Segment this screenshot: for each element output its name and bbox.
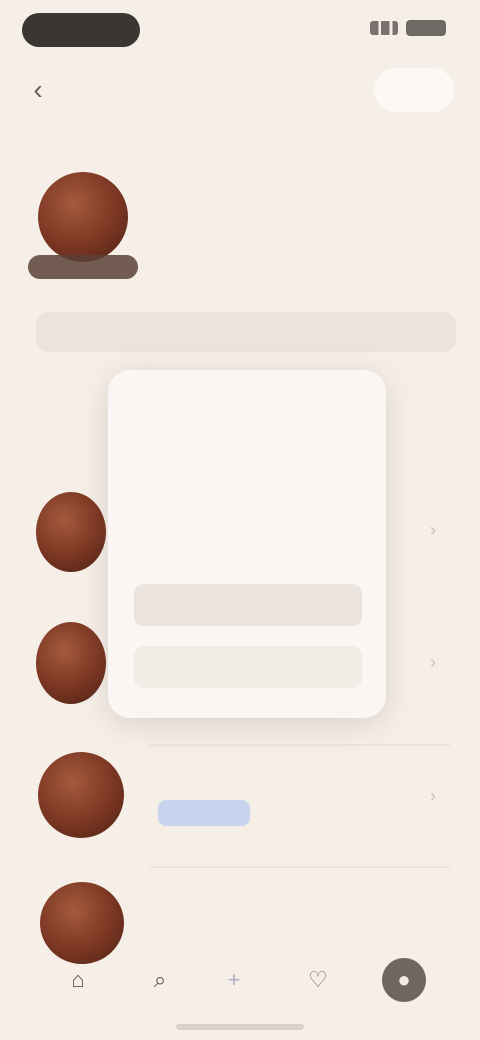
popup-title — [130, 398, 330, 420]
popup-text — [132, 512, 282, 526]
back-icon[interactable]: ‹ — [18, 70, 58, 110]
home-icon[interactable]: ⌂ — [56, 958, 100, 1002]
chevron-right-icon: › — [430, 652, 436, 672]
signal-icon — [370, 21, 398, 35]
dynamic-island — [22, 13, 140, 47]
screen: ‹ › › › ⌂ ⌕ + ♡ ● — [0, 0, 480, 1040]
header: ‹ — [0, 60, 480, 120]
chevron-right-icon: › — [430, 786, 436, 806]
list-item-avatar[interactable] — [36, 492, 106, 572]
list-item-link[interactable] — [158, 800, 250, 826]
list-item-avatar[interactable] — [36, 622, 106, 704]
list-item-title — [156, 764, 296, 784]
info-bar-text — [176, 322, 416, 342]
popup-text — [132, 486, 302, 500]
tab-bar: ⌂ ⌕ + ♡ ● — [0, 944, 480, 1040]
section-label — [30, 424, 90, 444]
status-bar — [0, 0, 480, 60]
list-item-title — [148, 884, 388, 904]
row-divider — [150, 744, 450, 746]
home-indicator — [176, 1024, 304, 1030]
row-divider — [150, 866, 450, 868]
chevron-right-icon: › — [430, 520, 436, 540]
heart-icon[interactable]: ♡ — [296, 958, 340, 1002]
status-icons — [370, 20, 446, 36]
header-action-button[interactable] — [374, 68, 454, 112]
list-item-avatar[interactable] — [38, 752, 124, 838]
profile-name — [158, 194, 418, 218]
avatar-badge — [28, 255, 138, 279]
add-icon[interactable]: + — [212, 958, 256, 1002]
popup-menu — [108, 370, 386, 718]
page-title — [96, 76, 306, 102]
popup-danger-button[interactable] — [134, 646, 362, 688]
search-icon[interactable]: ⌕ — [138, 958, 182, 1002]
profile-icon[interactable]: ● — [382, 958, 426, 1002]
avatar[interactable] — [38, 172, 128, 262]
popup-text — [132, 434, 322, 448]
battery-icon — [406, 20, 446, 36]
popup-primary-button[interactable] — [134, 584, 362, 626]
profile-subtitle — [200, 226, 350, 244]
popup-text — [132, 460, 312, 474]
